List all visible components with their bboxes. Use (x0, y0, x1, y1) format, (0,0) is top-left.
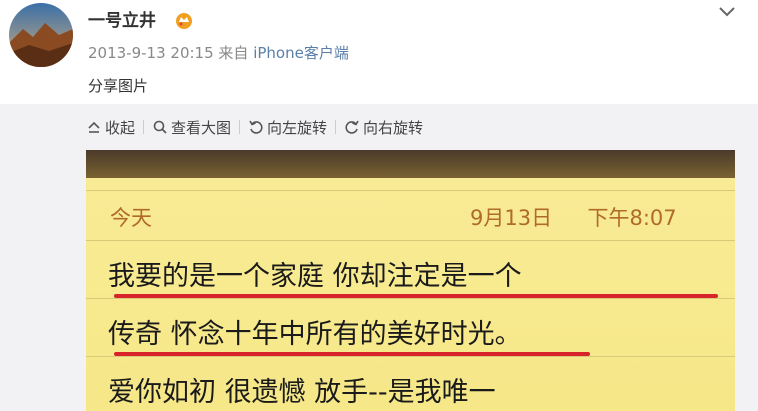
note-date: 9月13日 (470, 206, 553, 230)
photo-header-bar (86, 150, 735, 178)
paper-rule (86, 298, 735, 299)
rotate-right-icon (345, 120, 359, 134)
rotate-left-label: 向左旋转 (267, 118, 328, 137)
rotate-left-icon (249, 120, 263, 134)
avatar[interactable] (9, 3, 73, 67)
toolbar-divider (239, 120, 241, 134)
note-line-1: 我要的是一个家庭 你却注定是一个 (108, 261, 522, 292)
search-icon (153, 120, 167, 134)
paper-rule (86, 240, 735, 241)
username[interactable]: 一号立井 (88, 6, 156, 31)
toolbar-divider (335, 120, 337, 134)
view-large-button[interactable]: 查看大图 (152, 117, 231, 138)
post-text: 分享图片 (88, 77, 149, 95)
paper-rule (86, 190, 735, 191)
collapse-icon (88, 121, 100, 133)
post-source[interactable]: iPhone客户端 (253, 44, 349, 62)
red-underline (114, 352, 590, 356)
avatar-image (9, 3, 73, 67)
view-large-label: 查看大图 (171, 118, 232, 137)
note-time: 下午8:07 (587, 206, 677, 230)
note-line-3: 爱你如初 很遗憾 放手--是我唯一 (108, 377, 496, 408)
chevron-down-icon[interactable] (716, 2, 738, 22)
rotate-left-button[interactable]: 向左旋转 (248, 117, 327, 138)
vip-crown-icon[interactable] (174, 10, 194, 30)
collapse-label: 收起 (105, 118, 136, 137)
note-line-2: 传奇 怀念十年中所有的美好时光。 (108, 319, 522, 350)
paper-rule (86, 356, 735, 357)
shared-photo[interactable]: 今天 9月13日 下午8:07 我要的是一个家庭 你却注定是一个 传奇 怀念十年… (86, 150, 735, 411)
note-header-today: 今天 (110, 206, 152, 230)
note-header-datetime: 9月13日 下午8:07 (470, 202, 677, 232)
red-underline (114, 294, 718, 298)
media-toolbar: 收起 查看大图 向左旋转 向右旋转 (86, 116, 423, 138)
rotate-right-label: 向右旋转 (363, 118, 424, 137)
rotate-right-button[interactable]: 向右旋转 (344, 117, 423, 138)
post-meta: 2013-9-13 20:15 来自 iPhone客户端 (88, 42, 349, 63)
collapse-button[interactable]: 收起 (86, 117, 135, 138)
from-label: 来自 (218, 44, 249, 62)
weibo-post: 一号立井 2013-9-13 20:15 来自 iPhone客户端 分享图片 收… (0, 0, 758, 411)
post-timestamp[interactable]: 2013-9-13 20:15 (88, 44, 214, 62)
toolbar-divider (143, 120, 145, 134)
